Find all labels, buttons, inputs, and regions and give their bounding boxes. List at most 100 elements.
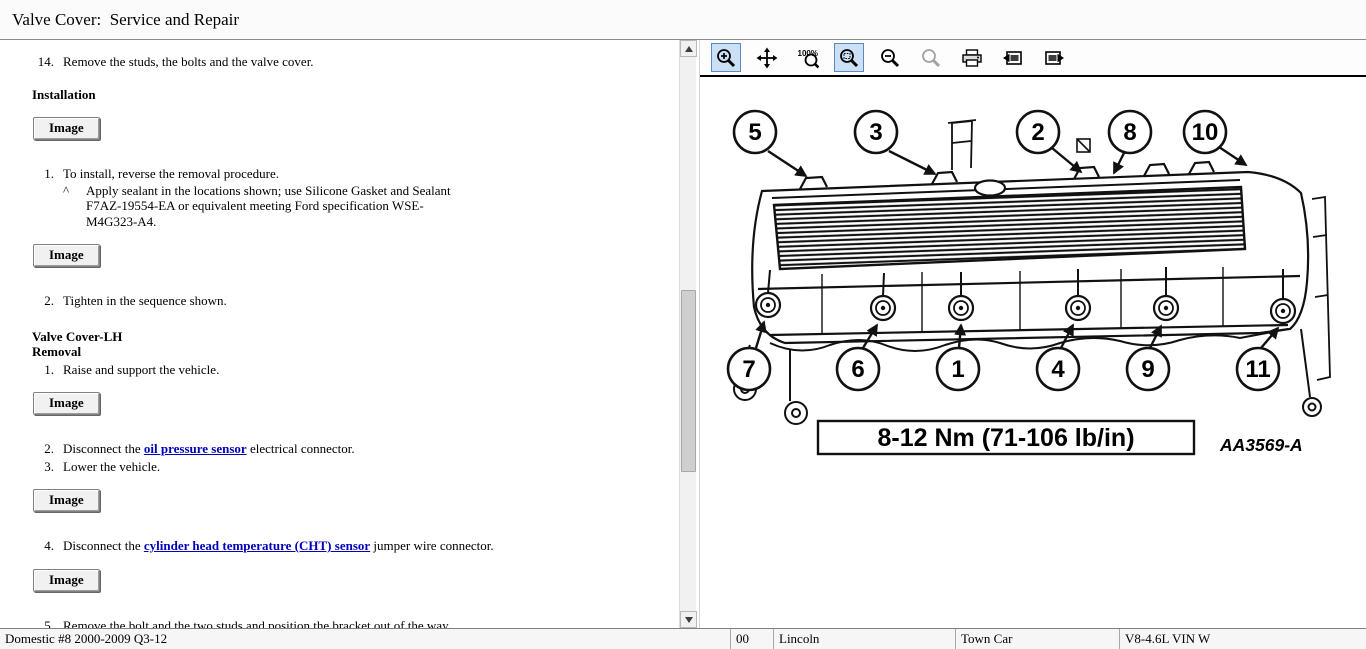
section-heading-valve-cover-lh: Valve Cover-LH [32,328,123,344]
callout-bubble: 3 [853,109,899,155]
valve-cover-bolts [754,267,1297,325]
page-title: Valve Cover: Service and Repair [12,9,240,29]
scroll-up-button[interactable] [680,40,697,57]
arrow-down-icon [684,616,693,623]
zoom-in-button[interactable] [711,43,741,72]
svg-text:1: 1 [951,356,964,383]
procedure-step: 2. Tighten in the sequence shown. [32,293,671,309]
procedure-step: 2. Disconnect the oil pressure sensor el… [32,441,671,457]
scrollbar[interactable] [679,40,697,628]
status-cell-model: Town Car [956,629,1120,649]
procedure-step: 1. Raise and support the vehicle. [32,362,671,378]
svg-text:100%: 100% [798,49,818,58]
cht-sensor-link[interactable]: cylinder head temperature (CHT) sensor [144,538,370,553]
svg-text:5: 5 [748,119,761,146]
valve-cover-diagram: 5 3 2 8 10 7 6 1 4 9 11 8-12 Nm (71-106 … [726,109,1331,456]
small-fitting [1076,138,1091,153]
zoom-in-icon [717,48,736,67]
status-bar: Domestic #8 2000-2009 Q3-12 00 Lincoln T… [0,628,1366,649]
step-text-pre: Disconnect the [63,441,144,456]
zoom-window-icon [840,48,859,67]
svg-text:10: 10 [1192,119,1219,146]
diagram-area: 5 3 2 8 10 7 6 1 4 9 11 8-12 Nm (71-106 … [700,77,1366,628]
zoom-out-button[interactable] [875,43,905,72]
svg-text:4: 4 [1051,356,1065,383]
step-text: Disconnect the cylinder head temperature… [63,538,494,554]
figure-id: AA3569-A [1219,435,1303,455]
procedure-step: 4. Disconnect the cylinder head temperat… [32,538,671,554]
step-text-post: jumper wire connector. [370,538,494,553]
section-heading-removal: Removal [32,344,82,359]
step-number: 1. [44,166,54,181]
procedure-step: 14. Remove the studs, the bolts and the … [32,54,671,70]
magnify-icon [922,48,941,67]
note-marker: ^ [63,182,70,198]
procedure-note: ^ Apply sealant in the locations shown; … [63,183,671,230]
svg-text:2: 2 [1031,119,1044,146]
step-text: Tighten in the sequence shown. [63,293,227,308]
procedure-step: 1. To install, reverse the removal proce… [32,166,671,182]
procedure-step: 5. Remove the bolt and the two studs and… [32,618,671,629]
procedure-pane: 14. Remove the studs, the bolts and the … [0,40,700,628]
image-button[interactable]: Image [33,392,100,415]
callout-bubble: 7 [726,346,772,392]
image-button[interactable]: Image [33,117,100,140]
image-button[interactable]: Image [33,568,100,592]
arrow-up-icon [684,45,693,52]
status-cell-database: Domestic #8 2000-2009 Q3-12 [0,629,731,649]
status-cell-make: Lincoln [774,629,956,649]
illustration-pane: 100% 5 3 2 8 10 7 6 1 4 9 11 8-12 Nm (71… [700,40,1366,628]
previous-image-icon [1003,50,1022,65]
pan-icon [756,47,778,68]
callout-bubble: 6 [835,346,881,392]
image-button[interactable]: Image [33,489,100,512]
svg-text:7: 7 [742,356,755,383]
oil-pressure-sensor-link[interactable]: oil pressure sensor [144,441,247,456]
svg-text:11: 11 [1245,356,1270,383]
status-cell-code: 00 [731,629,774,649]
svg-text:9: 9 [1141,356,1154,383]
step-text: Remove the studs, the bolts and the valv… [63,54,314,69]
scroll-down-button[interactable] [680,611,697,628]
torque-spec-box: 8-12 Nm (71-106 lb/in) [816,419,1196,456]
svg-text:6: 6 [851,356,864,383]
step-number: 3. [44,458,54,474]
callout-bubble: 10 [1182,109,1228,155]
next-image-button[interactable] [1039,43,1069,72]
svg-text:8: 8 [1123,119,1136,146]
zoom-100-button[interactable]: 100% [793,43,823,72]
step-text: Raise and support the vehicle. [63,361,220,377]
valve-cover-rib-band [772,185,1247,271]
print-button[interactable] [957,43,987,72]
step-text: Disconnect the oil pressure sensor elect… [63,441,355,457]
procedure-text: 14. Remove the studs, the bolts and the … [0,40,677,628]
step-text: To install, reverse the removal procedur… [63,166,280,181]
callout-bubble: 4 [1035,346,1081,392]
note-text: Apply sealant in the locations shown; us… [86,182,451,229]
right-bracket [1311,195,1331,381]
zoom-out-icon [881,48,900,67]
scrollbar-thumb[interactable] [681,290,696,472]
callout-bubble: 1 [935,346,981,392]
section-heading-installation: Installation [32,86,96,102]
step-number: 2. [44,441,54,456]
pan-button[interactable] [752,43,782,72]
step-text-pre: Disconnect the [63,538,144,553]
step-number: 5. [44,617,54,629]
svg-text:3: 3 [869,119,882,146]
filler-cap [973,179,1007,197]
previous-image-button[interactable] [998,43,1028,72]
callout-bubble: 11 [1235,346,1281,392]
print-icon [962,48,982,67]
callout-bubble: 5 [732,109,778,155]
zoom-100-icon: 100% [798,49,819,68]
callout-bubble: 8 [1107,109,1153,155]
main-split: 14. Remove the studs, the bolts and the … [0,40,1366,628]
zoom-window-button[interactable] [834,43,864,72]
step-number: 14. [37,54,54,69]
step-number: 4. [44,538,54,553]
magnify-button[interactable] [916,43,946,72]
top-bracket [947,119,977,170]
image-button[interactable]: Image [33,244,100,267]
status-cell-engine: V8-4.6L VIN W [1125,631,1211,646]
